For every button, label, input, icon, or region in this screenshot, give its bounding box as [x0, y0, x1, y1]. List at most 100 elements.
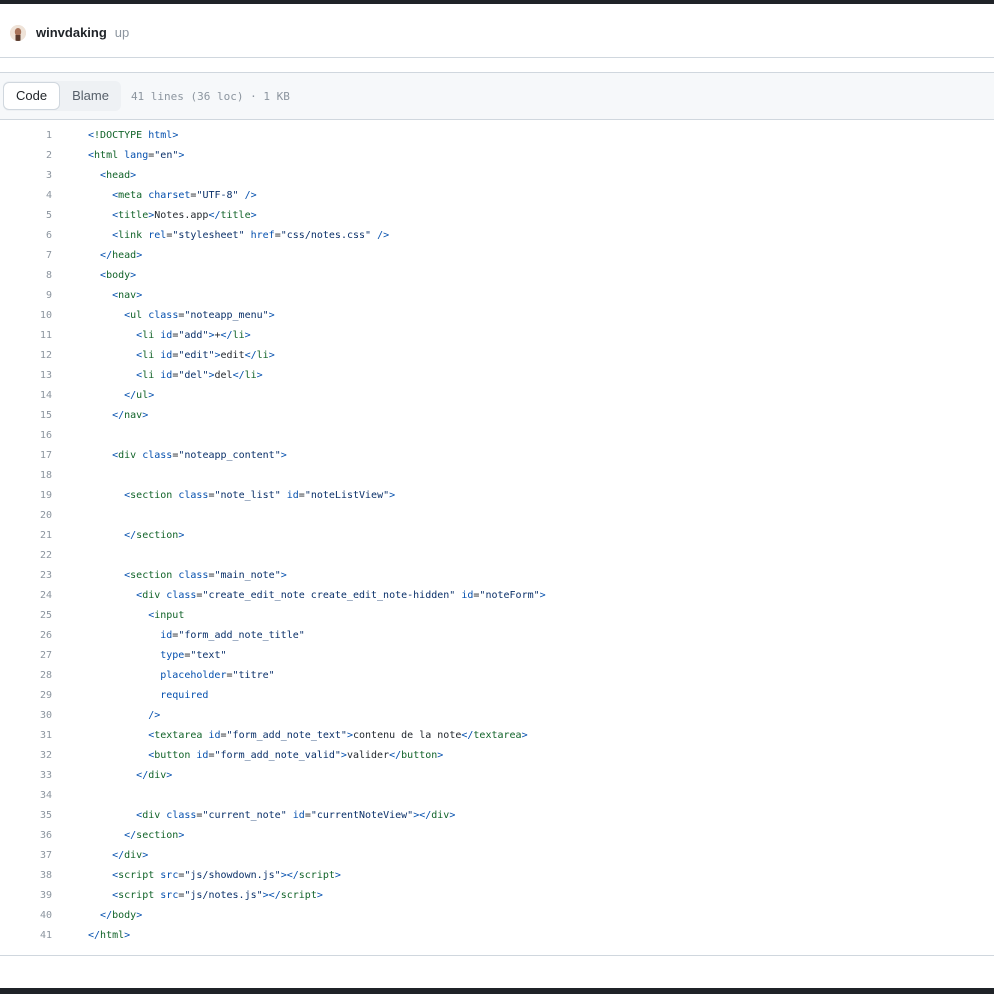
code-line[interactable]: 24 <div class="create_edit_note create_e… — [0, 586, 994, 606]
code-token: > — [280, 450, 287, 461]
code-line[interactable]: 41 </html> — [0, 926, 994, 946]
code-line[interactable]: 1 <!DOCTYPE html> — [0, 126, 994, 146]
code-line[interactable]: 12 <li id="edit">edit</li> — [0, 346, 994, 366]
author-avatar[interactable] — [10, 24, 26, 41]
line-number[interactable]: 19 — [0, 486, 52, 506]
code-line[interactable]: 4 <meta charset="UTF-8" /> — [0, 186, 994, 206]
code-token: section — [136, 830, 179, 841]
code-line[interactable]: 34 — [0, 786, 994, 806]
code-line[interactable]: 6 <link rel="stylesheet" href="css/notes… — [0, 226, 994, 246]
code-line[interactable]: 31 <textarea id="form_add_note_text">con… — [0, 726, 994, 746]
line-number[interactable]: 5 — [0, 206, 52, 226]
code-line[interactable]: 17 <div class="noteapp_content"> — [0, 446, 994, 466]
code-token: </ — [112, 850, 125, 861]
line-number[interactable]: 23 — [0, 566, 52, 586]
line-number[interactable]: 32 — [0, 746, 52, 766]
code-line[interactable]: 2 <html lang="en"> — [0, 146, 994, 166]
code-token: > — [178, 150, 185, 161]
code-line[interactable]: 13 <li id="del">del</li> — [0, 366, 994, 386]
code-line[interactable]: 21 </section> — [0, 526, 994, 546]
line-number[interactable]: 24 — [0, 586, 52, 606]
line-number[interactable]: 40 — [0, 906, 52, 926]
line-number[interactable]: 31 — [0, 726, 52, 746]
code-line[interactable]: 26 id="form_add_note_title" — [0, 626, 994, 646]
code-line[interactable]: 18 — [0, 466, 994, 486]
code-token: </ — [220, 330, 233, 341]
code-line[interactable]: 7 </head> — [0, 246, 994, 266]
code-tab[interactable]: Code — [3, 82, 61, 110]
line-number[interactable]: 10 — [0, 306, 52, 326]
line-number[interactable]: 27 — [0, 646, 52, 666]
code-line[interactable]: 9 <nav> — [0, 286, 994, 306]
line-number[interactable]: 41 — [0, 926, 52, 946]
line-number[interactable]: 25 — [0, 606, 52, 626]
code-view[interactable]: 1 <!DOCTYPE html> 2 <html lang="en"> 3 <head… — [0, 126, 994, 956]
code-line[interactable]: 28 placeholder="titre" — [0, 666, 994, 686]
line-number[interactable]: 12 — [0, 346, 52, 366]
blame-tab[interactable]: Blame — [60, 82, 121, 110]
line-number[interactable]: 22 — [0, 546, 52, 566]
code-token: id — [160, 630, 173, 641]
code-line[interactable]: 39 <script src="js/notes.js"></script> — [0, 886, 994, 906]
code-line[interactable]: 38 <script src="js/showdown.js"></script… — [0, 866, 994, 886]
line-number[interactable]: 26 — [0, 626, 52, 646]
line-number[interactable]: 34 — [0, 786, 52, 806]
code-line[interactable]: 15 </nav> — [0, 406, 994, 426]
line-number[interactable]: 30 — [0, 706, 52, 726]
code-line[interactable]: 27 type="text" — [0, 646, 994, 666]
line-number[interactable]: 17 — [0, 446, 52, 466]
line-number[interactable]: 7 — [0, 246, 52, 266]
code-line[interactable]: 20 — [0, 506, 994, 526]
commit-message[interactable]: up — [115, 25, 129, 40]
line-number[interactable]: 20 — [0, 506, 52, 526]
line-number[interactable]: 18 — [0, 466, 52, 486]
line-number[interactable]: 37 — [0, 846, 52, 866]
line-number[interactable]: 14 — [0, 386, 52, 406]
line-number[interactable]: 38 — [0, 866, 52, 886]
line-number[interactable]: 13 — [0, 366, 52, 386]
code-line[interactable]: 30 /> — [0, 706, 994, 726]
code-line[interactable]: 37 </div> — [0, 846, 994, 866]
code-line[interactable]: 11 <li id="add">+</li> — [0, 326, 994, 346]
code-line[interactable]: 10 <ul class="noteapp_menu"> — [0, 306, 994, 326]
code-line[interactable]: 14 </ul> — [0, 386, 994, 406]
line-number[interactable]: 36 — [0, 826, 52, 846]
code-line[interactable]: 29 required — [0, 686, 994, 706]
code-line[interactable]: 8 <body> — [0, 266, 994, 286]
line-number[interactable]: 3 — [0, 166, 52, 186]
code-line[interactable]: 22 — [0, 546, 994, 566]
line-number[interactable]: 4 — [0, 186, 52, 206]
line-number[interactable]: 35 — [0, 806, 52, 826]
code-line[interactable]: 23 <section class="main_note"> — [0, 566, 994, 586]
line-number[interactable]: 6 — [0, 226, 52, 246]
code-line[interactable]: 36 </section> — [0, 826, 994, 846]
code-line[interactable]: 35 <div class="current_note" id="current… — [0, 806, 994, 826]
line-number[interactable]: 8 — [0, 266, 52, 286]
code-line[interactable]: 40 </body> — [0, 906, 994, 926]
code-line[interactable]: 32 <button id="form_add_note_valid">vali… — [0, 746, 994, 766]
code-line[interactable]: 33 </div> — [0, 766, 994, 786]
line-number[interactable]: 29 — [0, 686, 52, 706]
code-line[interactable]: 19 <section class="note_list" id="noteLi… — [0, 486, 994, 506]
code-line[interactable]: 3 <head> — [0, 166, 994, 186]
code-token: > — [136, 250, 143, 261]
line-number[interactable]: 2 — [0, 146, 52, 166]
code-line[interactable]: 5 <title>Notes.app</title> — [0, 206, 994, 226]
line-content — [52, 426, 88, 446]
line-number[interactable]: 39 — [0, 886, 52, 906]
line-number[interactable]: 1 — [0, 126, 52, 146]
line-number[interactable]: 21 — [0, 526, 52, 546]
line-content: id="form_add_note_title" — [52, 626, 305, 646]
line-number[interactable]: 28 — [0, 666, 52, 686]
line-number[interactable]: 9 — [0, 286, 52, 306]
code-line[interactable]: 25 <input — [0, 606, 994, 626]
line-number[interactable]: 33 — [0, 766, 52, 786]
line-number[interactable]: 15 — [0, 406, 52, 426]
code-token: > — [389, 490, 396, 501]
line-number[interactable]: 16 — [0, 426, 52, 446]
line-number[interactable]: 11 — [0, 326, 52, 346]
code-line[interactable]: 16 — [0, 426, 994, 446]
commit-author[interactable]: winvdaking — [36, 25, 107, 40]
